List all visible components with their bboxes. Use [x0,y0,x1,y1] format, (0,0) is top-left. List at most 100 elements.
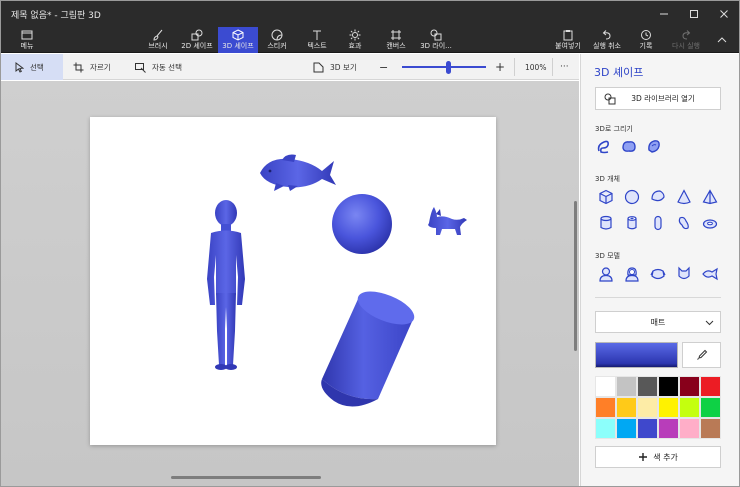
horizontal-scrollbar[interactable] [171,476,321,479]
color-swatch[interactable] [595,418,616,439]
zoom-out-button[interactable]: − [379,54,388,80]
color-swatch[interactable] [595,376,616,397]
tab-brushes[interactable]: 브러시 [141,27,175,53]
zoom-percentage[interactable]: 100% [525,54,546,80]
crop-button[interactable]: 자르기 [73,54,111,80]
undo-button[interactable]: 실행 취소 [589,27,625,53]
text-icon [311,28,323,42]
canvas-scene[interactable] [90,117,496,445]
bean-icon [678,216,689,230]
color-swatch[interactable] [658,418,679,439]
color-swatch[interactable] [658,397,679,418]
zoom-slider-thumb[interactable] [445,61,451,74]
paste-button[interactable]: 붙여넣기 [551,27,585,53]
color-swatch[interactable] [616,418,637,439]
color-swatch[interactable] [700,376,721,397]
workspace[interactable] [1,81,579,486]
tab-effects[interactable]: 효과 [339,27,371,53]
panel-title: 3D 셰이프 [594,66,644,79]
menu-button[interactable]: 메뉴 [11,27,43,53]
color-swatch[interactable] [637,418,658,439]
shape-cone[interactable] [675,188,693,206]
divider [514,58,515,76]
shape-capsule[interactable] [649,214,667,232]
close-icon [720,10,728,18]
zoom-in-button[interactable]: + [495,54,505,80]
shape-bean[interactable] [675,214,693,232]
tab-3d-library[interactable]: 3D 라이... [417,27,455,53]
tab-text[interactable]: 텍스트 [301,27,333,53]
shape-sphere[interactable] [623,188,641,206]
cube-icon [232,28,244,42]
window-title: 제목 없음* - 그림판 3D [11,11,101,21]
select-button[interactable]: 선택 [1,54,63,80]
shape-cylinder[interactable] [597,214,615,232]
tab-2d-shapes[interactable]: 2D 셰이프 [177,27,217,53]
current-color-swatch[interactable] [595,342,678,368]
model-man[interactable] [597,265,615,283]
color-swatch[interactable] [595,397,616,418]
model-cat[interactable] [675,265,693,283]
shapes-2d-icon [191,28,203,42]
crop-icon [73,62,84,72]
color-swatch[interactable] [658,376,679,397]
more-options-button[interactable]: ··· [560,54,569,80]
color-palette [595,376,721,439]
undo-icon [601,28,613,42]
color-swatch[interactable] [679,376,700,397]
history-button[interactable]: 기록 [631,27,661,53]
chevron-up-icon [717,33,727,47]
eyedropper-button[interactable] [682,342,721,368]
material-dropdown[interactable]: 매트 [595,311,721,333]
vertical-scrollbar[interactable] [574,201,577,351]
drawing-canvas[interactable] [90,117,496,445]
color-swatch[interactable] [700,418,721,439]
close-button[interactable] [709,1,739,27]
color-swatch[interactable] [679,397,700,418]
tab-stickers[interactable]: 스티커 [261,27,293,53]
shape-pyramid[interactable] [701,188,719,206]
sphere-object[interactable] [332,194,392,254]
add-color-button[interactable]: 색 추가 [595,446,721,468]
shape-tube[interactable] [623,214,641,232]
collapse-ribbon-button[interactable] [711,27,733,53]
fish-model[interactable] [260,154,336,191]
minimize-button[interactable] [649,1,679,27]
shape-donut[interactable] [701,214,719,232]
shape-hemisphere[interactable] [649,188,667,206]
paint3d-window: 제목 없음* - 그림판 3D 메뉴 브러시 2D 셰이프 3D 셰이프 스티커… [0,0,740,487]
zoom-slider-track[interactable] [402,66,486,68]
cone-icon [677,189,691,205]
doodle-sharp-icon [597,140,609,154]
color-swatch[interactable] [637,376,658,397]
color-swatch[interactable] [616,376,637,397]
dog-model[interactable] [428,207,467,235]
tab-3d-shapes[interactable]: 3D 셰이프 [218,27,258,53]
model-fish[interactable] [701,265,719,283]
person-model[interactable] [207,200,245,370]
draw-3d-doodle-soft[interactable] [620,137,638,155]
draw-3d-doodle-sharp[interactable] [595,137,613,155]
tab-canvas[interactable]: 캔버스 [379,27,413,53]
magic-select-button[interactable]: 자동 선택 [135,54,182,80]
draw-3d-tube[interactable] [645,137,663,155]
model-woman[interactable] [623,265,641,283]
history-label: 기록 [639,42,653,50]
color-swatch[interactable] [616,397,637,418]
tab-3d-library-label: 3D 라이... [420,42,452,50]
view-3d-button[interactable]: 3D 보기 [313,54,357,80]
redo-button[interactable]: 다시 실행 [667,27,705,53]
open-3d-library-button[interactable]: 3D 라이브러리 열기 [595,87,721,110]
color-swatch[interactable] [637,397,658,418]
tab-2d-shapes-label: 2D 셰이프 [181,42,213,50]
model-dog[interactable] [649,265,667,283]
sphere-icon [624,189,640,205]
color-swatch[interactable] [700,397,721,418]
shape-cube[interactable] [597,188,615,206]
maximize-button[interactable] [679,1,709,27]
section-3d-models: 3D 모델 [595,252,620,260]
cat-icon [678,266,690,280]
cylinder-object[interactable] [321,285,418,407]
canvas-icon [390,28,402,42]
color-swatch[interactable] [679,418,700,439]
